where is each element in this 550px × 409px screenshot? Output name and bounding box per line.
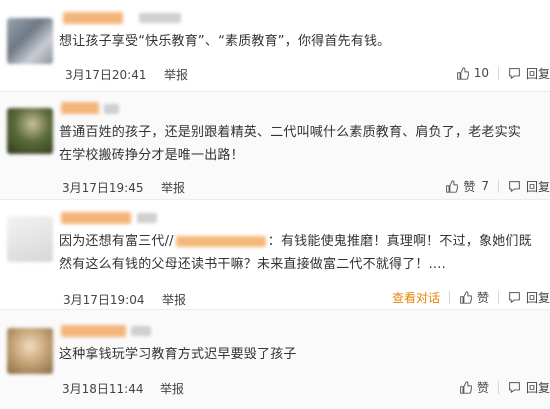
thumbs-up-icon bbox=[456, 66, 469, 80]
avatar[interactable] bbox=[7, 328, 53, 374]
like-count: 10 bbox=[473, 66, 489, 80]
reply-label: 回复 bbox=[525, 380, 550, 395]
user-badge bbox=[137, 213, 157, 223]
reply-button[interactable]: 回复 bbox=[508, 379, 550, 396]
report-link[interactable]: 举报 bbox=[160, 380, 184, 397]
action-divider bbox=[497, 290, 499, 304]
like-label: 赞 bbox=[463, 179, 476, 194]
comment-actions: 赞 7 回复 bbox=[445, 176, 550, 196]
like-label: 赞 bbox=[476, 380, 489, 395]
comment-item: 想让孩子享受“快乐教育”、“素质教育”，你得首先有钱。 3月17日20:41 举… bbox=[0, 0, 550, 92]
avatar[interactable] bbox=[7, 18, 53, 64]
report-link[interactable]: 举报 bbox=[162, 291, 186, 308]
comment-bubble-icon bbox=[508, 180, 521, 193]
thumbs-up-icon bbox=[445, 179, 459, 193]
comment-text-before: 因为还想有富三代// bbox=[59, 234, 174, 249]
mention-link[interactable] bbox=[175, 236, 266, 247]
comment-text: 想让孩子享受“快乐教育”、“素质教育”，你得首先有钱。 bbox=[59, 34, 391, 49]
like-label: 赞 bbox=[476, 290, 489, 305]
like-button[interactable]: 10 bbox=[456, 66, 489, 80]
action-divider bbox=[497, 380, 499, 394]
action-divider bbox=[497, 179, 499, 193]
username[interactable] bbox=[61, 212, 131, 224]
comment-text: 普通百姓的孩子，还是别跟着精英、二代叫喊什么素质教育、肩负了，老老实实在学校搬砖… bbox=[59, 125, 522, 163]
comment-bubble-icon bbox=[508, 291, 521, 304]
comment-time: 3月17日19:45 bbox=[62, 181, 144, 195]
reply-button[interactable]: 回复 bbox=[508, 289, 550, 306]
like-button[interactable]: 赞 bbox=[459, 289, 489, 306]
comment-bubble-icon bbox=[508, 381, 521, 394]
reply-label: 回复 bbox=[525, 179, 550, 194]
avatar[interactable] bbox=[7, 108, 53, 154]
reply-label: 回复 bbox=[525, 290, 550, 305]
reply-button[interactable]: 回复 bbox=[508, 65, 550, 82]
thumbs-up-icon bbox=[459, 290, 472, 304]
report-link[interactable]: 举报 bbox=[161, 179, 185, 196]
action-divider bbox=[497, 66, 499, 80]
comment-actions: 赞 回复 bbox=[459, 377, 550, 397]
action-divider bbox=[448, 290, 450, 304]
like-button[interactable]: 赞 7 bbox=[445, 178, 489, 195]
username[interactable] bbox=[61, 325, 126, 337]
username[interactable] bbox=[63, 12, 123, 24]
comment-item: 这种拿钱玩学习教育方式迟早要毁了孩子 3月18日11:44 举报 赞 回复 bbox=[0, 310, 550, 409]
comment-actions: 查看对话 赞 回复 bbox=[392, 287, 550, 307]
comment-time: 3月18日11:44 bbox=[62, 382, 144, 396]
user-badge bbox=[139, 13, 181, 23]
username[interactable] bbox=[61, 102, 99, 114]
comment-text: 因为还想有富三代//：有钱能使鬼推磨！真理啊！不过，象她们既然有这么有钱的父母还… bbox=[59, 230, 532, 276]
comment-item: 因为还想有富三代//：有钱能使鬼推磨！真理啊！不过，象她们既然有这么有钱的父母还… bbox=[0, 200, 550, 310]
avatar[interactable] bbox=[7, 216, 53, 262]
like-count: 7 bbox=[481, 179, 489, 193]
thumbs-up-icon bbox=[459, 380, 472, 394]
report-link[interactable]: 举报 bbox=[164, 66, 188, 83]
reply-button[interactable]: 回复 bbox=[508, 178, 550, 195]
user-badge bbox=[104, 104, 119, 114]
comment-item: 普通百姓的孩子，还是别跟着精英、二代叫喊什么素质教育、肩负了，老老实实在学校搬砖… bbox=[0, 92, 550, 200]
reply-label: 回复 bbox=[525, 66, 550, 81]
comment-actions: 10 回复 bbox=[456, 63, 550, 83]
view-conversation-link[interactable]: 查看对话 bbox=[392, 289, 440, 306]
user-badge bbox=[131, 326, 151, 336]
comment-text: 这种拿钱玩学习教育方式迟早要毁了孩子 bbox=[59, 347, 297, 362]
comment-time: 3月17日20:41 bbox=[65, 68, 147, 82]
comment-time: 3月17日19:04 bbox=[63, 293, 145, 307]
comment-bubble-icon bbox=[508, 67, 521, 80]
like-button[interactable]: 赞 bbox=[459, 379, 489, 396]
